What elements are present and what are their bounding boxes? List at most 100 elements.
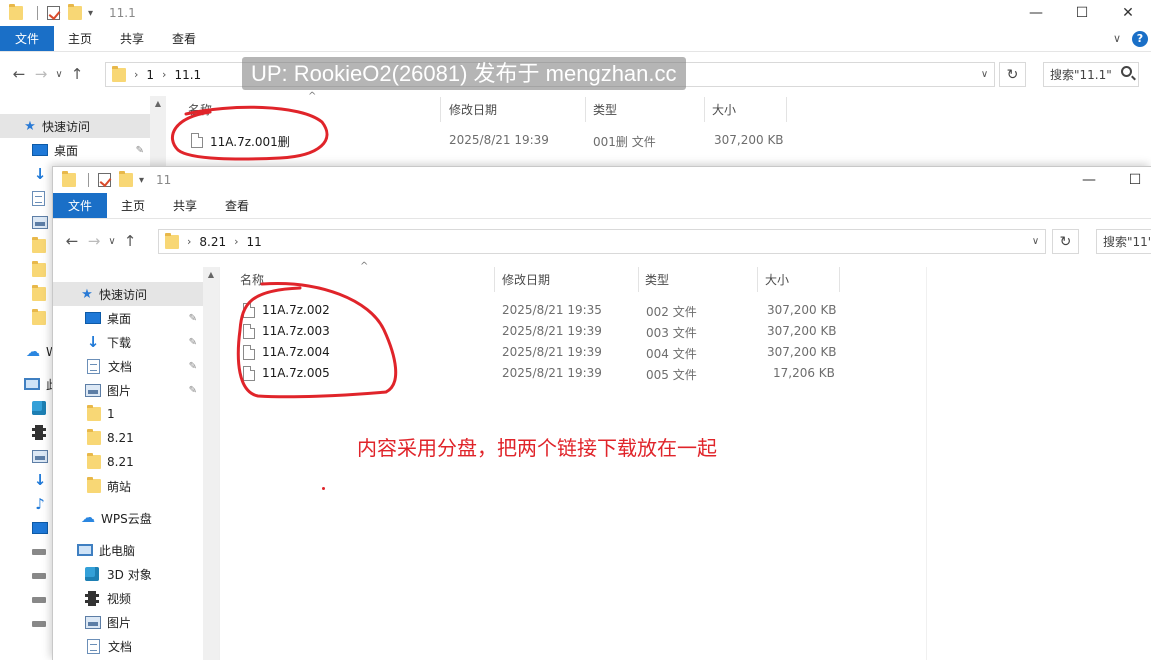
breadcrumb-separator: ›	[134, 68, 139, 81]
customize-toolbar-icon[interactable]: ▾	[88, 8, 93, 19]
music-icon: ♪	[35, 495, 45, 513]
sidebar-item-folder-8-21[interactable]: 8.21	[53, 426, 203, 450]
sidebar-item-desktop[interactable]: 桌面 ✎	[0, 138, 150, 162]
column-divider[interactable]	[440, 97, 441, 122]
breadcrumb-item[interactable]: 11	[247, 235, 262, 249]
maximize-button[interactable]: ☐	[1059, 0, 1105, 26]
sidebar-scrollbar[interactable]: ▲	[203, 267, 219, 660]
sidebar-scrollbar[interactable]: ▲	[150, 96, 166, 166]
search-input[interactable]: 搜索"11"	[1096, 229, 1151, 254]
recent-locations-icon[interactable]: ∨	[52, 69, 66, 80]
breadcrumb-item[interactable]: 8.21	[199, 235, 226, 249]
sidebar-item-label: 文档	[108, 359, 133, 374]
sidebar-item-label: 快速访问	[42, 119, 91, 134]
column-header-type[interactable]: 类型	[593, 97, 617, 122]
chevron-down-icon[interactable]: ∨	[1113, 32, 1121, 45]
folder-icon	[9, 4, 23, 20]
tab-view[interactable]: 查看	[158, 26, 210, 51]
sidebar-item-desktop[interactable]: 桌面 ✎	[53, 306, 203, 330]
close-button[interactable]: ✕	[1105, 0, 1151, 26]
sidebar-item-label: 快速访问	[99, 287, 148, 302]
sidebar-item-documents[interactable]: 文档	[53, 634, 203, 658]
minimize-button[interactable]: —	[1013, 0, 1059, 26]
file-size: 307,200 KB	[714, 133, 784, 147]
address-dropdown-icon[interactable]: ∨	[974, 63, 994, 86]
column-header-name[interactable]: 名称	[240, 267, 264, 292]
pin-icon: ✎	[188, 336, 197, 348]
sidebar-item-label: 下载	[107, 335, 132, 350]
tab-share[interactable]: 共享	[106, 26, 158, 51]
tab-file[interactable]: 文件	[53, 193, 108, 218]
sidebar-item-wps[interactable]: ☁ WPS云盘	[53, 506, 203, 530]
table-row[interactable]: 11A.7z.003 2025/8/21 19:39 003 文件 307,20…	[220, 321, 1151, 342]
column-header-type[interactable]: 类型	[645, 267, 669, 292]
search-input[interactable]: 搜索"11.1"	[1043, 62, 1139, 87]
file-icon	[243, 366, 255, 381]
column-header-date[interactable]: 修改日期	[502, 267, 550, 292]
drive-icon	[32, 597, 46, 603]
table-row[interactable]: 11A.7z.002 2025/8/21 19:35 002 文件 307,20…	[220, 300, 1151, 321]
column-divider[interactable]	[704, 97, 705, 122]
sidebar-item-quick-access[interactable]: ★ 快速访问	[53, 282, 203, 306]
address-bar[interactable]: › 8.21 › 11 ∨	[158, 229, 1046, 254]
tab-home[interactable]: 主页	[54, 26, 106, 51]
recent-locations-icon[interactable]: ∨	[105, 236, 119, 247]
table-row[interactable]: 11A.7z.004 2025/8/21 19:39 004 文件 307,20…	[220, 342, 1151, 363]
forward-button[interactable]: →	[30, 65, 52, 83]
back-button[interactable]: ←	[8, 65, 30, 83]
properties-icon[interactable]	[98, 173, 111, 187]
customize-toolbar-icon[interactable]: ▾	[139, 175, 144, 186]
tab-file[interactable]: 文件	[0, 26, 55, 51]
sidebar-item-this-pc[interactable]: 此电脑	[53, 538, 203, 562]
table-row[interactable]: 11A.7z.001删 2025/8/21 19:39 001删 文件 307,…	[166, 130, 1151, 151]
sidebar-item-pictures[interactable]: 图片 ✎	[53, 378, 203, 402]
properties-icon[interactable]	[47, 6, 60, 20]
help-icon[interactable]: ?	[1132, 31, 1148, 47]
sidebar-item-downloads[interactable]: ↓ 下载 ✎	[53, 330, 203, 354]
column-divider[interactable]	[585, 97, 586, 122]
sidebar-item-documents[interactable]: 文档 ✎	[53, 354, 203, 378]
breadcrumb-item[interactable]: 11.1	[174, 68, 201, 82]
sidebar-item-pictures[interactable]: 图片	[53, 610, 203, 634]
column-divider[interactable]	[839, 267, 840, 292]
sidebar-item-folder-mengzhan[interactable]: 萌站	[53, 474, 203, 498]
scroll-up-icon[interactable]: ▲	[150, 96, 166, 112]
explorer-window-front: ▾ 11 — ☐ 文件 主页 共享 查看 ← → ∨ ↑ › 8.21 › 11…	[52, 166, 1151, 660]
breadcrumb-item[interactable]: 1	[146, 68, 154, 82]
column-divider[interactable]	[757, 267, 758, 292]
column-header-size[interactable]: 大小	[712, 97, 736, 122]
column-divider[interactable]	[494, 267, 495, 292]
tab-home[interactable]: 主页	[107, 193, 159, 218]
up-button[interactable]: ↑	[119, 232, 141, 250]
breadcrumb-separator: ›	[234, 235, 239, 248]
forward-button[interactable]: →	[83, 232, 105, 250]
back-button[interactable]: ←	[61, 232, 83, 250]
tab-share[interactable]: 共享	[159, 193, 211, 218]
column-divider[interactable]	[786, 97, 787, 122]
column-header-size[interactable]: 大小	[765, 267, 789, 292]
minimize-button[interactable]: —	[1066, 167, 1112, 193]
document-icon	[32, 190, 45, 206]
table-row[interactable]: 11A.7z.005 2025/8/21 19:39 005 文件 17,206…	[220, 363, 1151, 384]
column-header-date[interactable]: 修改日期	[449, 97, 497, 122]
sidebar-item-folder-8-21[interactable]: 8.21	[53, 450, 203, 474]
new-folder-icon[interactable]	[119, 171, 133, 187]
up-button[interactable]: ↑	[66, 65, 88, 83]
maximize-button[interactable]: ☐	[1112, 167, 1151, 193]
sidebar-item-label: 文档	[108, 639, 133, 654]
tab-view[interactable]: 查看	[211, 193, 263, 218]
refresh-button[interactable]: ↻	[999, 62, 1026, 87]
sidebar-item-quick-access[interactable]: ★ 快速访问	[0, 114, 150, 138]
refresh-button[interactable]: ↻	[1052, 229, 1079, 254]
folder-icon	[62, 171, 76, 187]
sidebar-item-videos[interactable]: 视频	[53, 586, 203, 610]
column-header-name[interactable]: 名称	[188, 97, 212, 122]
folder-icon	[165, 232, 179, 249]
new-folder-icon[interactable]	[68, 4, 82, 20]
column-divider[interactable]	[638, 267, 639, 292]
address-dropdown-icon[interactable]: ∨	[1025, 230, 1045, 253]
file-icon	[243, 345, 255, 360]
sidebar-item-3d-objects[interactable]: 3D 对象	[53, 562, 203, 586]
scroll-up-icon[interactable]: ▲	[203, 267, 219, 283]
sidebar-item-folder-1[interactable]: 1	[53, 402, 203, 426]
